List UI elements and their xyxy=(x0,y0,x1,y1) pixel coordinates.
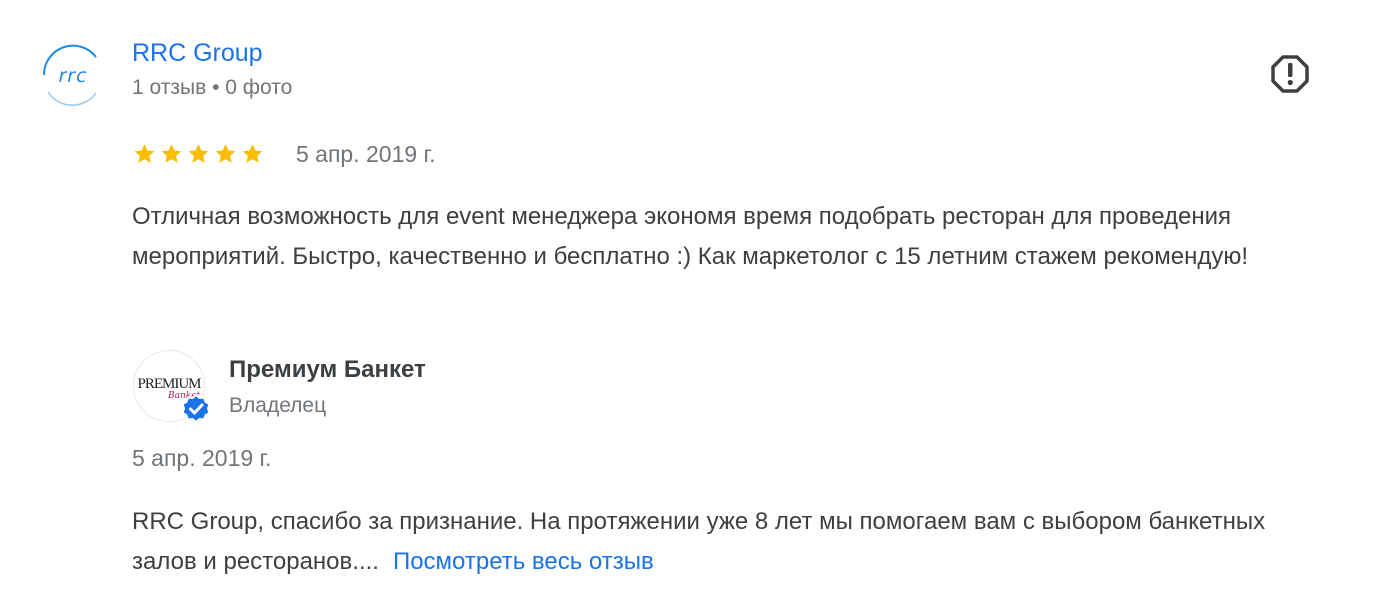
owner-role: Владелец xyxy=(229,394,327,417)
star-icon xyxy=(215,144,236,163)
star-icon xyxy=(134,144,155,163)
reviewer-meta: 1 отзыв • 0 фото xyxy=(132,76,293,99)
star-icon xyxy=(188,144,209,163)
reply-text: RRC Group, спасибо за признание. На прот… xyxy=(132,508,1266,575)
star-rating xyxy=(132,142,265,166)
report-review-button[interactable] xyxy=(1270,53,1310,93)
review-date: 5 апр. 2019 г. xyxy=(296,141,436,167)
rrc-logo-icon: rrc xyxy=(42,44,97,106)
owner-name[interactable]: Премиум Банкет xyxy=(229,356,426,384)
reply-date: 5 апр. 2019 г. xyxy=(132,445,272,471)
reviewer-name[interactable]: RRC Group xyxy=(132,38,263,68)
report-flag-icon xyxy=(1271,55,1309,93)
read-more-link[interactable]: Посмотреть весь отзыв xyxy=(393,548,654,575)
reviewer-avatar[interactable]: rrc xyxy=(38,40,108,110)
star-icon xyxy=(242,144,263,163)
reply-text-block: RRC Group, спасибо за признание. На прот… xyxy=(132,502,1322,582)
review-text: Отличная возможность для event менеджера… xyxy=(132,203,1249,270)
rrc-logo-text: rrc xyxy=(58,65,87,87)
star-icon xyxy=(161,144,182,163)
verified-badge-icon xyxy=(180,393,212,425)
